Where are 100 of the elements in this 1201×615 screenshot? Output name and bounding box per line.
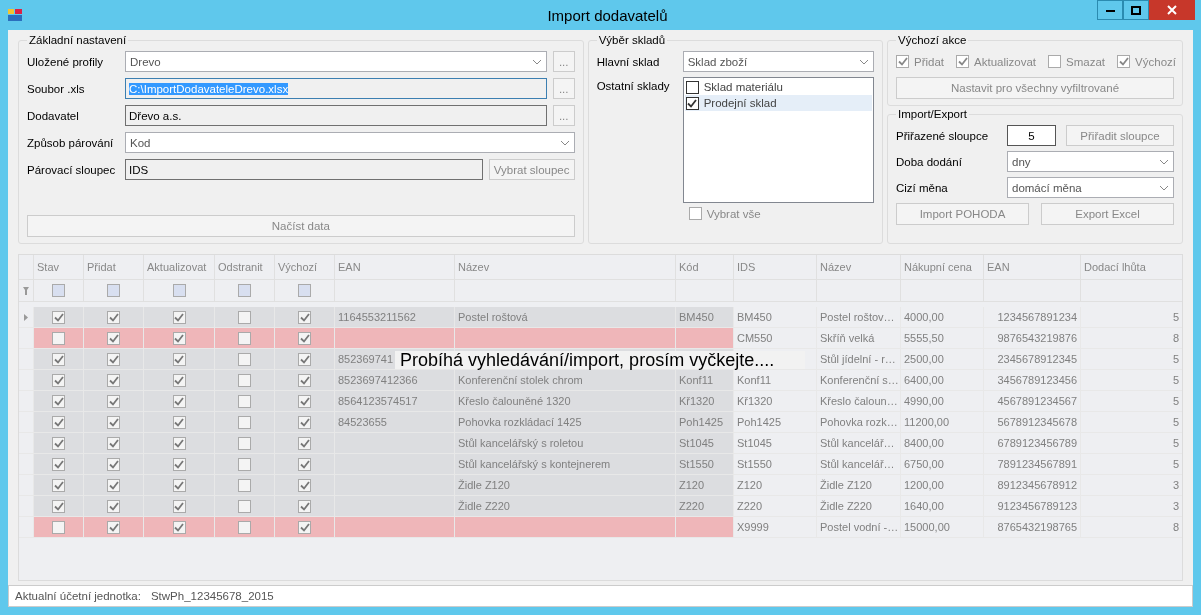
dropdown[interactable]: Sklad zboží — [682, 51, 874, 72]
column-header[interactable]: Název — [455, 255, 676, 280]
field-label: Hlavní sklad — [596, 55, 661, 68]
table-cell: Skříň velká — [817, 328, 901, 349]
column-header[interactable]: Kód — [676, 255, 734, 280]
dropdown[interactable]: dny — [1007, 151, 1174, 172]
column-header[interactable]: IDS — [734, 255, 817, 280]
table-cell: Postel roštov… — [817, 307, 901, 328]
table-cell: 7891234567891 — [984, 454, 1081, 475]
table-cell: CM550 — [734, 328, 817, 349]
column-header[interactable]: Aktualizovat — [144, 255, 215, 280]
field-label: Doba dodání — [896, 155, 963, 168]
field-label: Přiřazené sloupce — [896, 129, 990, 142]
table-cell: Z120 — [734, 475, 817, 496]
table-cell: Stůl kancelářský s kontejnerem — [455, 454, 676, 475]
field-label: Cizí měna — [896, 181, 949, 194]
text-field[interactable]: C:\ImportDodavateleDrevo.xlsx — [125, 78, 547, 99]
table-cell: 8765432198765 — [984, 517, 1081, 538]
assign-columns-button[interactable]: Přiřadit sloupce — [1066, 125, 1174, 146]
table-cell: 8912345678912 — [984, 475, 1081, 496]
list-item[interactable]: Prodejní sklad — [684, 95, 872, 111]
table-cell: 6400,00 — [901, 370, 984, 391]
select-column-button[interactable]: Vybrat sloupec — [488, 159, 575, 180]
table-cell: Stůl kancelář… — [817, 454, 901, 475]
table-cell: Židle Z120 — [455, 475, 676, 496]
table-cell: 8564123574517 — [335, 391, 455, 412]
table-cell: Konferenční stolek chrom — [455, 370, 676, 391]
browse-button[interactable]: ... — [552, 105, 575, 126]
checkbox-label: Výchozí — [1135, 55, 1176, 68]
table-cell: 84523655 — [335, 412, 455, 433]
column-header[interactable]: EAN — [335, 255, 455, 280]
field-label: Dodavatel — [27, 109, 80, 122]
table-cell: Poh1425 — [734, 412, 817, 433]
field-label: Soubor .xls — [27, 82, 86, 95]
dropdown[interactable]: Drevo — [125, 51, 547, 72]
column-header[interactable]: EAN — [984, 255, 1081, 280]
checkbox-label: Přidat — [914, 55, 945, 68]
table-cell: Postel vodní -… — [817, 517, 901, 538]
checkbox-label: Vybrat vše — [706, 207, 761, 220]
apply-all-button[interactable]: Nastavit pro všechny vyfiltrované — [896, 77, 1174, 99]
load-data-button[interactable]: Načíst data — [27, 215, 575, 237]
table-cell: BM450 — [676, 307, 734, 328]
table-cell: Křeslo čalouněné 1320 — [455, 391, 676, 412]
item-label: Sklad materiálu — [703, 81, 783, 93]
dropdown[interactable]: domácí měna — [1007, 177, 1174, 198]
table-cell: Kř1320 — [734, 391, 817, 412]
table-cell: Stůl kancelář… — [817, 433, 901, 454]
table-cell: Konf11 — [734, 370, 817, 391]
text-field[interactable]: IDS — [125, 159, 483, 180]
table-cell: St1045 — [734, 433, 817, 454]
table-cell: Stůl jídelní - r… — [817, 349, 901, 370]
column-header[interactable]: Nákupní cena — [901, 255, 984, 280]
table-cell: 8400,00 — [901, 433, 984, 454]
group-title: Výchozí akce — [897, 34, 968, 46]
action-button[interactable]: Import POHODA — [896, 202, 1029, 225]
field-label: Párovací sloupec — [27, 163, 117, 176]
window-title: Import dodavatelů — [547, 6, 668, 24]
table-cell: 4990,00 — [901, 391, 984, 412]
list-item[interactable]: Sklad materiálu — [684, 79, 872, 95]
table-cell: Postel roštová — [455, 307, 676, 328]
table-cell: St1550 — [676, 454, 734, 475]
table-cell: Z120 — [676, 475, 734, 496]
number-field[interactable]: 5 — [1007, 125, 1056, 146]
table-cell: Židle Z220 — [817, 496, 901, 517]
table-cell: 5555,50 — [901, 328, 984, 349]
column-header[interactable]: Odstranit — [215, 255, 275, 280]
column-header[interactable]: Přidat — [84, 255, 144, 280]
status-label: Aktualní účetní jednotka: — [15, 590, 141, 602]
table-cell: Z220 — [676, 496, 734, 517]
text-field[interactable]: Dřevo a.s. — [125, 105, 547, 126]
table-cell: Stůl kancelářský s roletou — [455, 433, 676, 454]
action-button[interactable]: Export Excel — [1041, 202, 1174, 225]
table-cell: X9999 — [734, 517, 817, 538]
column-header[interactable]: Stav — [34, 255, 84, 280]
table-cell: Židle Z120 — [817, 475, 901, 496]
table-cell: Konf11 — [676, 370, 734, 391]
table-cell: 4567891234567 — [984, 391, 1081, 412]
table-cell: 2500,00 — [901, 349, 984, 370]
table-cell: 11200,00 — [901, 412, 984, 433]
table-cell: 6789123456789 — [984, 433, 1081, 454]
table-cell: St1550 — [734, 454, 817, 475]
checkbox-label: Aktualizovat — [974, 55, 1037, 68]
table-cell: 15000,00 — [901, 517, 984, 538]
table-cell: 9876543219876 — [984, 328, 1081, 349]
column-header[interactable]: Název — [817, 255, 901, 280]
table-cell: 1200,00 — [901, 475, 984, 496]
table-cell: 1234567891234 — [984, 307, 1081, 328]
browse-button[interactable]: ... — [552, 78, 575, 99]
table-cell: Konferenční s… — [817, 370, 901, 391]
group-title: Základní nastavení — [28, 34, 128, 46]
group-title: Výběr skladů — [597, 34, 667, 46]
table-cell: 4000,00 — [901, 307, 984, 328]
browse-button[interactable]: ... — [552, 51, 575, 72]
progress-message: Probíhá vyhledávání/import, prosím vyčkejte.... — [395, 351, 805, 369]
column-header[interactable]: Výchozí — [275, 255, 335, 280]
table-cell: Pohovka rozkládací 1425 — [455, 412, 676, 433]
table-cell: BM450 — [734, 307, 817, 328]
group-title: Import/Export — [897, 108, 969, 120]
table-cell: Pohovka rozk… — [817, 412, 901, 433]
dropdown[interactable]: Kod — [125, 132, 575, 153]
